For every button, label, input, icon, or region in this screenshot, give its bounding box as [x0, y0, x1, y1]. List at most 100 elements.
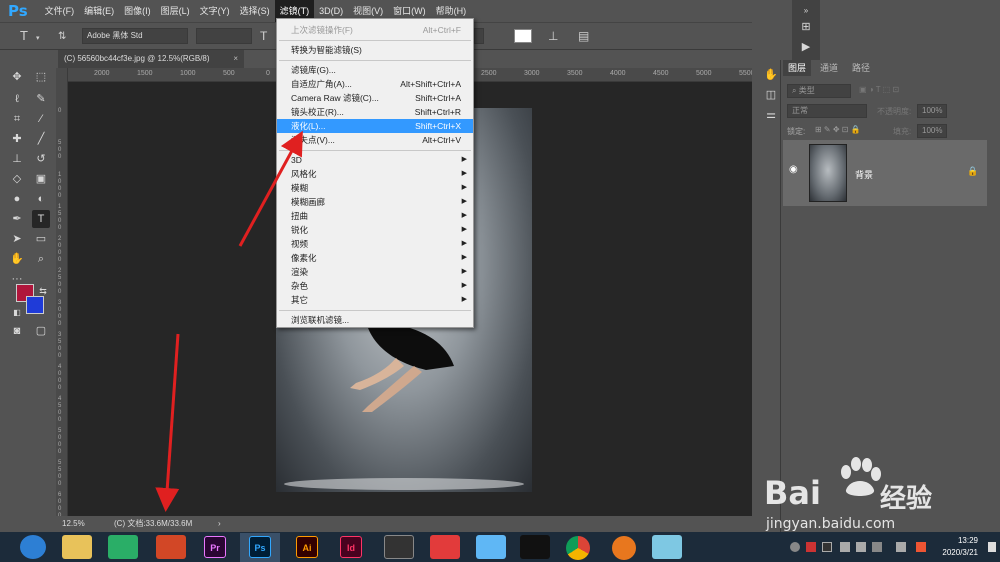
menu-vanishing-point[interactable]: 消失点(V)... Alt+Ctrl+V — [277, 133, 473, 147]
dodge-tool-icon[interactable]: ◐ — [32, 190, 50, 208]
status-menu-arrow[interactable]: › — [218, 516, 221, 532]
pen-tool-icon[interactable]: ✒ — [8, 210, 26, 228]
menu-layer[interactable]: 图层(L) — [156, 0, 195, 22]
filter-icons[interactable]: ▣ ◑ T ⬚ ⊡ — [859, 85, 899, 94]
opacity-input[interactable]: 100% — [917, 104, 947, 118]
warp-text-icon[interactable]: ⊥ — [548, 30, 558, 42]
browser-icon-orange[interactable] — [612, 536, 636, 560]
blend-mode-select[interactable]: 正常 — [787, 104, 867, 118]
fill-input[interactable]: 100% — [917, 124, 947, 138]
illustrator-icon[interactable]: Ai — [296, 536, 318, 558]
menu-image[interactable]: 图像(I) — [119, 0, 156, 22]
play-icon[interactable]: ▶ — [797, 38, 815, 56]
zoom-level[interactable]: 12.5% — [62, 516, 85, 532]
properties-panel-icon[interactable]: ◫ — [762, 86, 780, 104]
document-info[interactable]: (C) 文档:33.6M/33.6M — [114, 516, 192, 532]
powerpoint-icon[interactable] — [156, 535, 186, 559]
file-explorer-icon[interactable] — [62, 535, 92, 559]
gradient-tool-icon[interactable]: ▣ — [32, 170, 50, 188]
actions-panel-icon[interactable]: ⊞ — [797, 18, 815, 36]
menu-sub-noise[interactable]: 杂色 ▶ — [277, 279, 473, 293]
hand-tool-icon[interactable]: ✋ — [8, 250, 26, 268]
zoom-tool-icon[interactable]: ⌕ — [32, 250, 50, 268]
menu-sub-3d[interactable]: 3D ▶ — [277, 153, 473, 167]
wechat-icon[interactable] — [108, 535, 138, 559]
tray-app-icon[interactable] — [806, 542, 816, 552]
menu-sub-video[interactable]: 视频 ▶ — [277, 237, 473, 251]
font-style-select[interactable] — [196, 28, 252, 44]
quick-mask-icon[interactable]: ◙ — [8, 322, 26, 340]
chevron-down-icon[interactable]: ▾ — [36, 33, 40, 45]
clone-stamp-tool-icon[interactable]: ⊥ — [8, 150, 26, 168]
lock-icons[interactable]: ⊞ ✎ ✥ ⊡ 🔒 — [815, 125, 861, 134]
app-icon-lightblue[interactable] — [652, 535, 682, 559]
eyedropper-tool-icon[interactable]: ⁄ — [32, 110, 50, 128]
menu-sub-render[interactable]: 渲染 ▶ — [277, 265, 473, 279]
chrome-icon[interactable] — [566, 536, 590, 560]
tab-paths[interactable]: 路径 — [847, 60, 875, 76]
tray-keyboard-icon[interactable] — [896, 542, 906, 552]
menu-filter-gallery[interactable]: 滤镜库(G)... — [277, 63, 473, 77]
menu-sub-stylize[interactable]: 风格化 ▶ — [277, 167, 473, 181]
premiere-icon[interactable]: Pr — [204, 536, 226, 558]
layer-name[interactable]: 背景 — [855, 168, 873, 181]
tray-qq-icon[interactable] — [822, 542, 832, 552]
brush-tool-icon[interactable]: ╱ — [32, 130, 50, 148]
default-colors-icon[interactable]: ◧ — [8, 304, 26, 322]
menu-sub-blur-gallery[interactable]: 模糊画廊 ▶ — [277, 195, 473, 209]
swap-colors-icon[interactable]: ⇆ — [34, 282, 52, 300]
menu-sub-sharpen[interactable]: 锐化 ▶ — [277, 223, 473, 237]
character-panel-icon[interactable]: ▤ — [578, 30, 589, 42]
layer-row-background[interactable]: ◉ 背景 🔒 — [783, 140, 987, 206]
menu-sub-blur[interactable]: 模糊 ▶ — [277, 181, 473, 195]
app-icon-red[interactable] — [430, 535, 460, 559]
menu-camera-raw[interactable]: Camera Raw 滤镜(C)... Shift+Ctrl+A — [277, 91, 473, 105]
blur-tool-icon[interactable]: ● — [8, 190, 26, 208]
tray-input-icon[interactable] — [916, 542, 926, 552]
app-icon-cyan[interactable] — [476, 535, 506, 559]
photoshop-taskbar-icon[interactable]: Ps — [249, 536, 271, 558]
menu-lens-correction[interactable]: 镜头校正(R)... Shift+Ctrl+R — [277, 105, 473, 119]
text-color-swatch[interactable] — [514, 29, 532, 43]
menu-convert-smart-filter[interactable]: 转换为智能滤镜(S) — [277, 43, 473, 57]
start-button[interactable] — [20, 535, 46, 559]
document-tab[interactable]: (C) 56560bc44cf3e.jpg @ 12.5%(RGB/8) × — [58, 50, 244, 68]
marquee-tool-icon[interactable]: ⬚ — [32, 68, 50, 86]
tray-app-icon-2[interactable] — [872, 542, 882, 552]
history-panel-icon[interactable]: ✋ — [762, 66, 780, 84]
eraser-tool-icon[interactable]: ◇ — [8, 170, 26, 188]
menu-file[interactable]: 文件(F) — [40, 0, 80, 22]
align-right-button[interactable] — [474, 28, 484, 44]
menu-browse-online-filters[interactable]: 浏览联机滤镜... — [277, 313, 473, 327]
layer-filter-select[interactable]: ⌕ 类型 — [787, 84, 851, 98]
path-select-tool-icon[interactable]: ➤ — [8, 230, 26, 248]
menu-adaptive-wide-angle[interactable]: 自适应广角(A)... Alt+Shift+Ctrl+A — [277, 77, 473, 91]
menu-type[interactable]: 文字(Y) — [195, 0, 235, 22]
quick-select-tool-icon[interactable]: ✎ — [32, 90, 50, 108]
menu-select[interactable]: 选择(S) — [235, 0, 275, 22]
video-app-icon[interactable] — [384, 535, 414, 559]
move-tool-icon[interactable]: ✥ — [8, 68, 26, 86]
screen-mode-icon[interactable]: ▢ — [32, 322, 50, 340]
tab-layers[interactable]: 图层 — [783, 60, 812, 76]
tray-network-icon[interactable] — [840, 542, 850, 552]
menu-sub-other[interactable]: 其它 ▶ — [277, 293, 473, 307]
text-orientation-icon[interactable]: ⇅ — [58, 31, 66, 43]
menu-edit[interactable]: 编辑(E) — [79, 0, 119, 22]
type-tool-icon[interactable]: T — [32, 210, 50, 228]
qq-icon[interactable] — [520, 535, 550, 559]
tray-user-icon[interactable] — [790, 542, 800, 552]
font-family-select[interactable]: Adobe 黑体 Std — [82, 28, 188, 44]
adjustments-panel-icon[interactable]: ⚌ — [762, 106, 780, 124]
history-brush-tool-icon[interactable]: ↺ — [32, 150, 50, 168]
menu-sub-distort[interactable]: 扭曲 ▶ — [277, 209, 473, 223]
menu-sub-pixelate[interactable]: 像素化 ▶ — [277, 251, 473, 265]
notification-icon[interactable] — [988, 542, 996, 552]
healing-tool-icon[interactable]: ✚ — [8, 130, 26, 148]
tab-channels[interactable]: 通道 — [815, 60, 843, 76]
type-tool-preset[interactable]: T — [20, 29, 28, 42]
rectangle-tool-icon[interactable]: ▭ — [32, 230, 50, 248]
eye-icon[interactable]: ◉ — [789, 164, 798, 175]
crop-tool-icon[interactable]: ⌗ — [8, 110, 26, 128]
indesign-icon[interactable]: Id — [340, 536, 362, 558]
